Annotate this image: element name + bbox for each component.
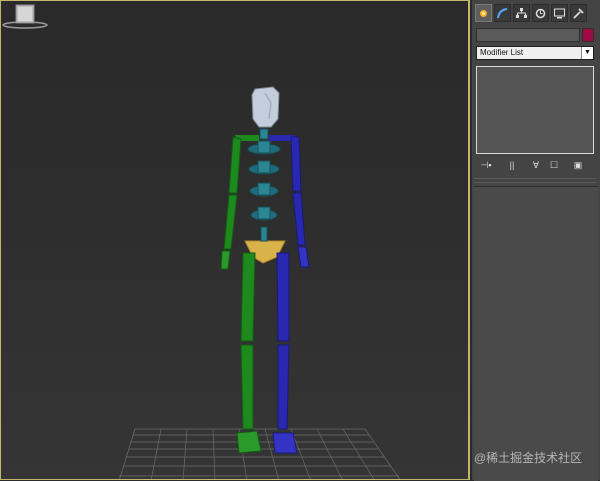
command-panel: Modifier List ▼ ⊣▪ || ∀ ☐ ▣	[472, 0, 600, 481]
viewport-scene	[119, 86, 401, 479]
spine	[247, 128, 281, 242]
chevron-down-icon: ▼	[581, 47, 593, 59]
left-arm	[220, 136, 242, 270]
modifier-list-label: Modifier List	[480, 48, 524, 57]
hierarchy-tab[interactable]	[513, 4, 530, 22]
display-tab[interactable]	[551, 4, 568, 22]
watermark: @稀土掘金技术社区	[474, 451, 583, 465]
modify-tab[interactable]	[494, 4, 511, 22]
make-unique-icon[interactable]: ∀	[528, 158, 544, 172]
head	[251, 86, 280, 128]
right-arm	[290, 136, 310, 268]
viewcube-icon[interactable]	[1, 1, 49, 31]
right-leg	[272, 252, 298, 454]
motion-tab[interactable]	[532, 4, 549, 22]
left-leg	[236, 252, 262, 454]
perspective-viewport[interactable]	[0, 0, 470, 480]
hierarchy-tab-icon	[516, 7, 527, 18]
create-tab-icon	[480, 9, 487, 17]
configure-modifier-sets-icon[interactable]: ▣	[570, 158, 586, 172]
display-tab-icon	[554, 8, 565, 18]
panel-divider	[474, 178, 596, 179]
panel-divider	[474, 182, 596, 183]
modifier-parameters-rollout	[474, 186, 598, 481]
show-end-result-icon[interactable]: ||	[504, 158, 520, 172]
object-color-swatch[interactable]	[582, 28, 594, 42]
modifier-stack-toolbar: ⊣▪ || ∀ ☐ ▣	[472, 158, 600, 174]
modifier-list-dropdown[interactable]: Modifier List ▼	[476, 46, 594, 60]
object-name-field[interactable]	[476, 28, 580, 42]
remove-modifier-icon[interactable]: ☐	[546, 158, 562, 172]
motion-tab-icon	[535, 8, 546, 18]
modifier-stack[interactable]	[476, 66, 594, 154]
command-panel-tabs	[472, 4, 600, 26]
create-tab[interactable]	[475, 4, 492, 22]
modify-tab-icon	[497, 7, 508, 18]
utilities-tab[interactable]	[570, 4, 587, 22]
pin-stack-icon[interactable]: ⊣▪	[478, 158, 494, 172]
home-grid	[119, 428, 401, 479]
utilities-tab-icon	[573, 7, 584, 19]
